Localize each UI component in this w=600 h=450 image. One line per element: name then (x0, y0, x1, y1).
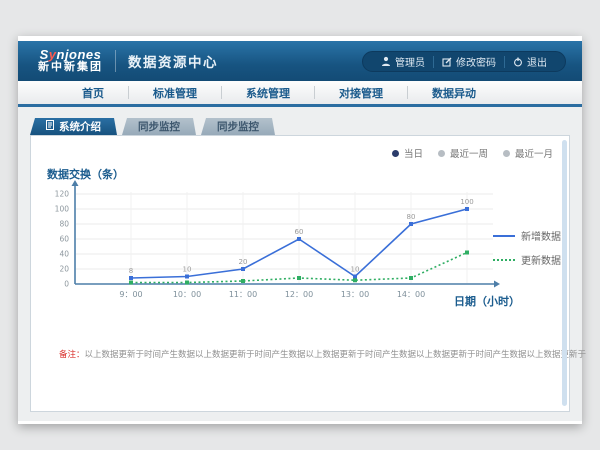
svg-text:9：00: 9：00 (119, 290, 142, 299)
tab-system-intro-label: 系统介绍 (59, 119, 101, 134)
dotted-line-swatch (493, 259, 515, 261)
nav-item-docking-management[interactable]: 对接管理 (315, 85, 407, 101)
power-icon (513, 57, 523, 67)
footnote: 备注：以上数据更新于时间产生数据以上数据更新于时间产生数据以上数据更新于时间产生… (59, 348, 586, 360)
app-window: Synjones 新中新集团 数据资源中心 管理员 修改密码 (18, 36, 582, 424)
user-menu-admin[interactable]: 管理员 (373, 54, 433, 69)
nav-item-data-changes[interactable]: 数据异动 (408, 85, 500, 101)
svg-text:10：00: 10：00 (173, 290, 201, 299)
nav-item-system-management[interactable]: 系统管理 (222, 85, 314, 101)
user-menu-logout-label: 退出 (527, 54, 547, 69)
range-option-last-week[interactable]: 最近一周 (438, 146, 488, 160)
svg-text:80: 80 (59, 220, 69, 229)
range-option-today[interactable]: 当日 (392, 146, 423, 160)
svg-text:80: 80 (407, 213, 416, 221)
tab-sync-monitor-2-label: 同步监控 (217, 119, 259, 134)
radio-icon (438, 150, 445, 157)
brand-subtitle: 新中新集团 (38, 62, 103, 74)
svg-text:100: 100 (460, 198, 473, 206)
user-menu-admin-label: 管理员 (395, 54, 425, 69)
svg-text:100: 100 (55, 205, 70, 214)
edit-icon (442, 57, 452, 67)
svg-text:0: 0 (64, 280, 69, 289)
svg-text:20: 20 (59, 265, 69, 274)
nav-item-standard-management[interactable]: 标准管理 (129, 85, 221, 101)
content-area: 系统介绍 同步监控 同步监控 当日 最近一周 (18, 107, 582, 421)
tab-bar: 系统介绍 同步监控 同步监控 (30, 118, 582, 135)
range-option-last-month-label: 最近一月 (515, 146, 553, 160)
document-icon (46, 120, 54, 133)
svg-text:10: 10 (351, 266, 360, 274)
radio-icon (503, 150, 510, 157)
footnote-label: 备注： (59, 349, 85, 359)
user-menu-logout[interactable]: 退出 (505, 54, 555, 69)
header-divider (115, 50, 116, 72)
svg-text:120: 120 (55, 190, 70, 199)
user-menu-change-password-label: 修改密码 (456, 54, 496, 69)
tab-sync-monitor-1[interactable]: 同步监控 (122, 118, 196, 135)
range-option-last-week-label: 最近一周 (450, 146, 488, 160)
user-icon (381, 56, 391, 67)
radio-selected-icon (392, 150, 399, 157)
brand-text: Synjones (38, 48, 103, 62)
legend-updated-data-label: 更新数据 (521, 252, 561, 267)
user-menu: 管理员 修改密码 退出 (362, 51, 566, 72)
tab-system-intro[interactable]: 系统介绍 (30, 118, 117, 135)
legend-item-new-data[interactable]: 新增数据 (493, 228, 561, 243)
svg-text:60: 60 (295, 228, 304, 236)
logo: Synjones 新中新集团 (38, 48, 103, 73)
tab-sync-monitor-1-label: 同步监控 (138, 119, 180, 134)
x-axis-title: 日期（小时） (454, 293, 520, 309)
page-title: 数据资源中心 (128, 51, 218, 71)
page-background: Synjones 新中新集团 数据资源中心 管理员 修改密码 (0, 0, 600, 450)
line-chart: 0 20 40 60 80 100 120 9：00 10：00 11：00 12：00 13：00 1… (45, 176, 505, 304)
svg-text:8: 8 (129, 267, 133, 275)
svg-text:10: 10 (183, 266, 192, 274)
user-menu-change-password[interactable]: 修改密码 (434, 54, 504, 69)
main-nav: 首页 标准管理 系统管理 对接管理 数据异动 (18, 81, 582, 107)
range-option-last-month[interactable]: 最近一月 (503, 146, 553, 160)
svg-text:40: 40 (59, 250, 69, 259)
nav-item-home[interactable]: 首页 (58, 85, 128, 101)
svg-text:20: 20 (239, 258, 248, 266)
svg-text:13：00: 13：00 (341, 290, 369, 299)
svg-text:60: 60 (59, 235, 69, 244)
app-header: Synjones 新中新集团 数据资源中心 管理员 修改密码 (18, 41, 582, 81)
panel-scrollbar[interactable] (562, 140, 567, 406)
chart-panel: 当日 最近一周 最近一月 数据交换（条） 0204060801001209：00… (30, 135, 570, 412)
svg-text:11：00: 11：00 (229, 290, 257, 299)
range-option-today-label: 当日 (404, 146, 423, 160)
chart-legend: 新增数据 更新数据 (493, 228, 561, 267)
svg-text:12：00: 12：00 (285, 290, 313, 299)
legend-item-updated-data[interactable]: 更新数据 (493, 252, 561, 267)
tab-sync-monitor-2[interactable]: 同步监控 (201, 118, 275, 135)
time-range-filter: 当日 最近一周 最近一月 (392, 146, 553, 160)
solid-line-swatch (493, 235, 515, 237)
footnote-text: 以上数据更新于时间产生数据以上数据更新于时间产生数据以上数据更新于时间产生数据以… (85, 349, 587, 359)
svg-text:14：00: 14：00 (397, 290, 425, 299)
legend-new-data-label: 新增数据 (521, 228, 561, 243)
